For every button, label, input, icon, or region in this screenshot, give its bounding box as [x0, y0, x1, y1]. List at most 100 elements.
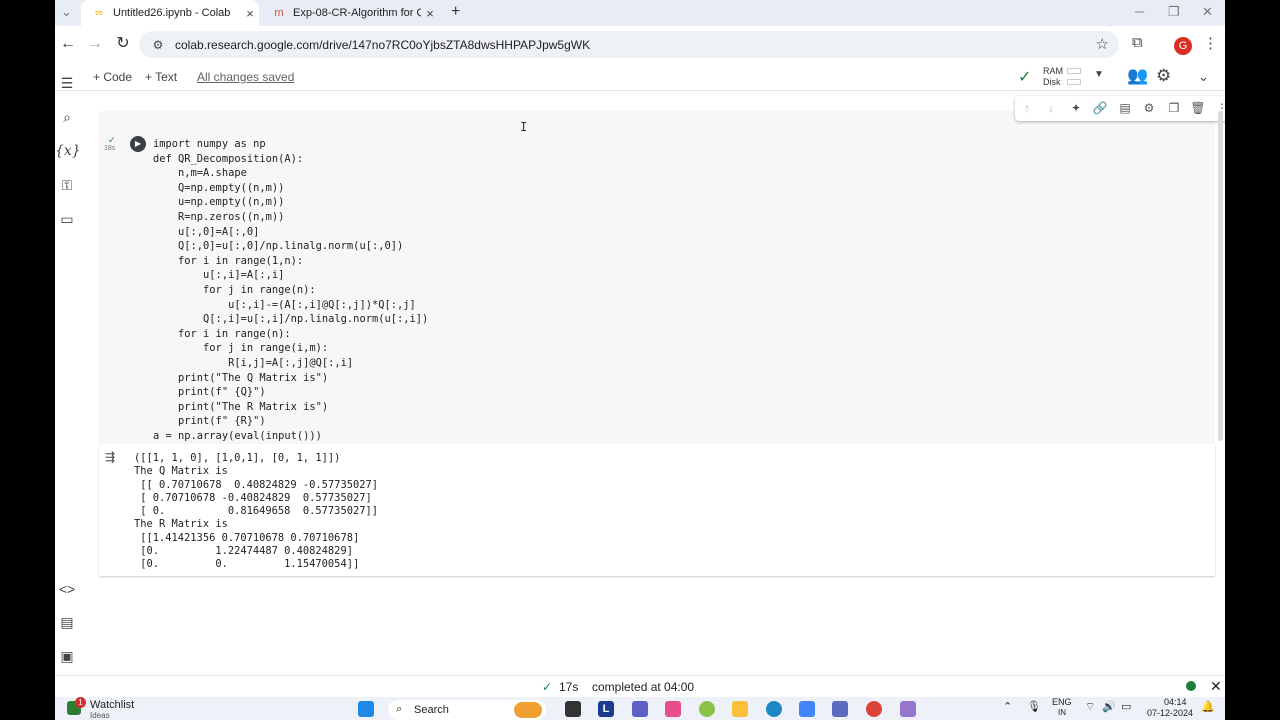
- code-cell[interactable]: ✓ 18s ▶ import numpy as np def QR_Decomp…: [99, 111, 1215, 456]
- file-explorer-icon[interactable]: [732, 701, 748, 717]
- browser-window: ⌄ ∞ Untitled26.ipynb - Colab × m Exp-08-…: [55, 0, 1225, 697]
- move-down-icon[interactable]: ↓: [1043, 101, 1059, 115]
- notifications-bell-icon[interactable]: 🔔: [1201, 700, 1215, 713]
- tray-chevron-icon[interactable]: ⌃: [1003, 700, 1012, 713]
- minimize-icon[interactable]: ─: [1135, 4, 1144, 19]
- search-glass-icon: ⌕: [396, 703, 403, 715]
- variables-icon[interactable]: {x}: [55, 143, 81, 159]
- volume-icon[interactable]: 🔊: [1102, 700, 1116, 713]
- edge-icon[interactable]: [766, 701, 782, 717]
- terminal-icon[interactable]: ▣: [55, 648, 79, 665]
- app-indigo-icon[interactable]: [832, 701, 848, 717]
- toc-list-icon[interactable]: ☰: [55, 75, 79, 92]
- cell-output: ⇶ ([[1, 1, 0], [1,0,1], [0, 1, 1]]) The …: [99, 444, 1215, 576]
- teams-icon[interactable]: [632, 701, 648, 717]
- copilot-icon[interactable]: [665, 701, 681, 717]
- colab-sidebar: ☰ ⌕ {x} ⚿ ▭ <> ▤ ▣: [55, 75, 81, 676]
- tab-exp08[interactable]: m Exp-08-CR-Algorithm for QR D ×: [261, 0, 439, 26]
- status-bar: ✓ 17s completed at 04:00 ✕: [55, 675, 1225, 697]
- files-folder-icon[interactable]: ▭: [55, 211, 79, 228]
- battery-icon[interactable]: ▭: [1121, 700, 1131, 713]
- maximize-icon[interactable]: ❐: [1168, 4, 1180, 20]
- clock-time[interactable]: 04:14: [1164, 697, 1187, 707]
- runtime-dropdown-icon[interactable]: ▼: [1094, 69, 1104, 80]
- cell-settings-icon[interactable]: ⚙: [1141, 101, 1157, 115]
- exec-time: 18s: [104, 145, 116, 152]
- browser-menu-icon[interactable]: ⋮: [1203, 34, 1218, 52]
- windows-start-icon[interactable]: [358, 701, 374, 717]
- collapse-chevron-icon[interactable]: ⌄: [1198, 69, 1209, 85]
- connection-dot-icon: [1186, 681, 1196, 691]
- taskbar-search[interactable]: ⌕ Search: [388, 700, 546, 720]
- text-cursor-icon: I: [520, 120, 528, 134]
- delete-icon[interactable]: 🗑: [1190, 101, 1206, 115]
- search-highlight-icon: [514, 702, 542, 718]
- new-tab-button[interactable]: +: [451, 3, 460, 21]
- address-bar[interactable]: ⚙ colab.research.google.com/drive/147no7…: [139, 31, 1119, 58]
- command-palette-icon[interactable]: ▤: [55, 614, 79, 631]
- colab-toolbar: + Code + Text All changes saved ✓ RAM Di…: [55, 63, 1225, 91]
- url-text: colab.research.google.com/drive/147no7RC…: [175, 37, 591, 52]
- snipping-tool-icon[interactable]: [900, 701, 916, 717]
- reload-icon[interactable]: ↻: [113, 35, 133, 53]
- link-icon[interactable]: 🔗: [1092, 101, 1108, 115]
- wifi-icon[interactable]: ⌔: [1085, 700, 1095, 714]
- forward-icon[interactable]: →: [85, 35, 105, 53]
- share-people-icon[interactable]: 👥: [1127, 66, 1148, 86]
- code-snippets-icon[interactable]: <>: [55, 581, 79, 597]
- task-view-icon[interactable]: [565, 701, 581, 717]
- app-blue-icon[interactable]: [799, 701, 815, 717]
- app-green-icon[interactable]: [699, 701, 715, 717]
- add-code-button[interactable]: + Code: [93, 70, 132, 84]
- close-tab-icon[interactable]: ×: [241, 6, 259, 21]
- lang-label[interactable]: ENG: [1052, 697, 1072, 707]
- run-cell-button[interactable]: ▶: [130, 136, 146, 152]
- extensions-icon[interactable]: ⧉: [1132, 34, 1143, 51]
- settings-gear-icon[interactable]: ⚙: [1156, 66, 1171, 86]
- profile-avatar[interactable]: G: [1174, 37, 1192, 55]
- ram-label: RAM: [1043, 66, 1063, 76]
- close-tab-icon[interactable]: ×: [421, 6, 439, 21]
- scrollbar[interactable]: [1218, 111, 1223, 441]
- tab-title: Untitled26.ipynb - Colab: [113, 7, 231, 19]
- tab-title: Exp-08-CR-Algorithm for QR D: [293, 7, 421, 19]
- tab-strip: ⌄ ∞ Untitled26.ipynb - Colab × m Exp-08-…: [55, 0, 1225, 26]
- notification-badge: 1: [75, 697, 86, 708]
- ram-bar: [1067, 68, 1081, 74]
- mirror-cell-icon[interactable]: ❐: [1166, 101, 1182, 115]
- app-l-icon[interactable]: L: [598, 701, 614, 717]
- connected-check-icon: ✓: [1018, 69, 1032, 86]
- move-up-icon[interactable]: ↑: [1019, 101, 1035, 115]
- bookmark-star-icon[interactable]: ☆: [1096, 35, 1109, 53]
- search-icon[interactable]: ⌕: [55, 109, 79, 126]
- tab-search-chevron-icon[interactable]: ⌄: [61, 4, 72, 20]
- watchlist-sub: Ideas: [90, 711, 110, 720]
- secrets-key-icon[interactable]: ⚿: [55, 177, 79, 194]
- back-icon[interactable]: ←: [58, 35, 78, 53]
- browser-toolbar: ← → ↻ ⚙ colab.research.google.com/drive/…: [55, 26, 1225, 63]
- close-status-icon[interactable]: ✕: [1210, 678, 1222, 695]
- gemini-sparkle-icon[interactable]: ✦: [1068, 101, 1084, 115]
- windows-taskbar: 1 Watchlist Ideas ⌕ Search L ⌃ 🎙 ENG IN …: [55, 697, 1225, 720]
- watchlist-title[interactable]: Watchlist: [90, 699, 134, 711]
- status-check-icon: ✓: [542, 680, 553, 694]
- site-info-icon[interactable]: ⚙: [149, 38, 167, 52]
- add-text-button[interactable]: + Text: [145, 70, 177, 84]
- code-editor[interactable]: import numpy as np def QR_Decomposition(…: [153, 137, 428, 458]
- disk-bar: [1067, 79, 1081, 85]
- colab-logo-icon: ∞: [95, 7, 103, 19]
- status-duration: 17s: [559, 680, 579, 694]
- output-text: ([[1, 1, 0], [1,0,1], [0, 1, 1]]) The Q …: [134, 452, 378, 571]
- moodle-logo-icon: m: [274, 7, 284, 19]
- clock-date: 07-12-2024: [1147, 708, 1194, 718]
- lang-sub: IN: [1058, 708, 1066, 717]
- output-actions-icon[interactable]: ⇶: [105, 450, 115, 464]
- save-status-link[interactable]: All changes saved: [197, 70, 294, 84]
- tab-colab[interactable]: ∞ Untitled26.ipynb - Colab ×: [81, 0, 259, 26]
- search-label: Search: [414, 704, 449, 716]
- close-window-icon[interactable]: ✕: [1202, 4, 1213, 20]
- resource-monitor[interactable]: RAM Disk: [1043, 66, 1063, 88]
- comment-icon[interactable]: ▤: [1117, 101, 1133, 115]
- microphone-icon[interactable]: 🎙: [1027, 700, 1041, 713]
- chrome-icon[interactable]: [866, 701, 882, 717]
